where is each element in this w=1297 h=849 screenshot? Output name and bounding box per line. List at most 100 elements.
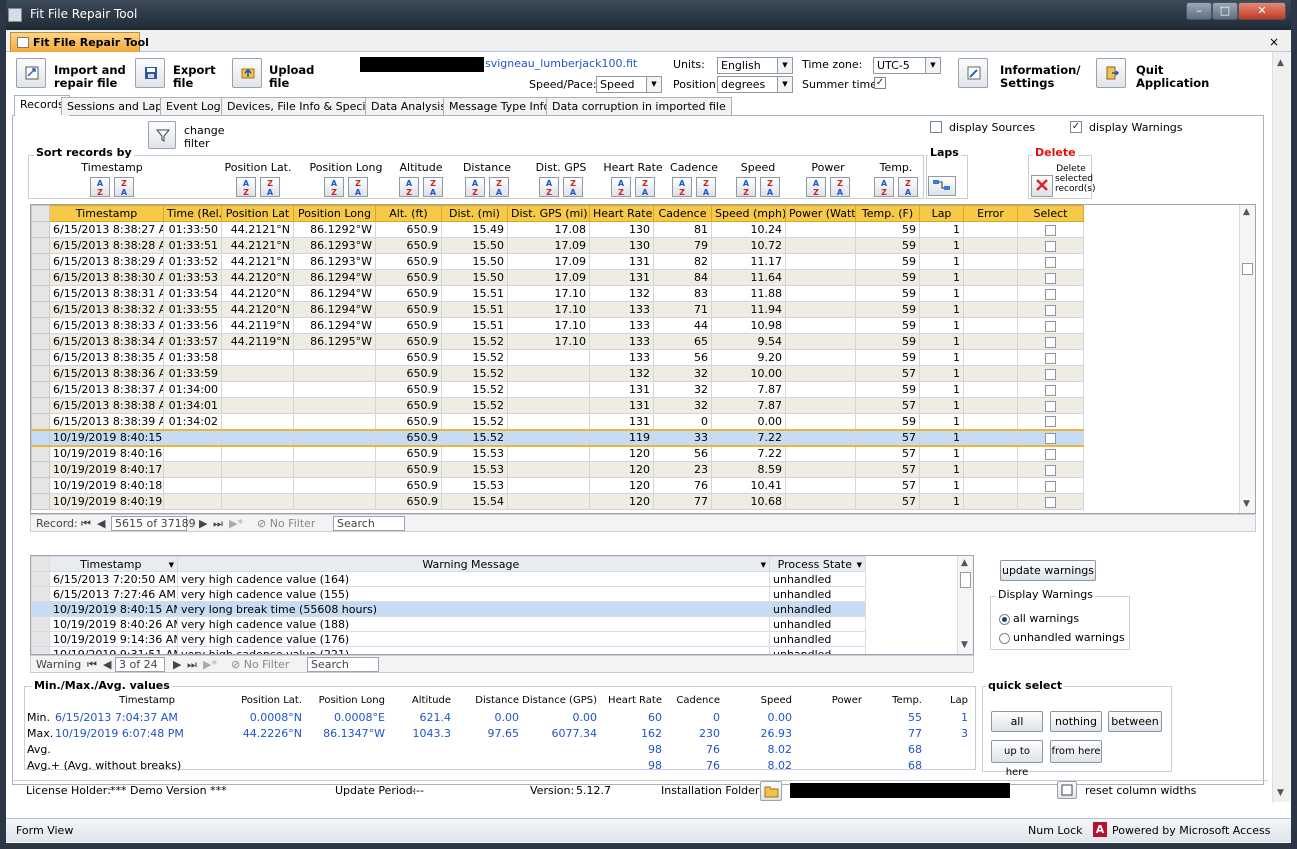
- table-cell[interactable]: 15.53: [441, 445, 508, 462]
- sort-descending-speed-button[interactable]: ZA: [760, 177, 780, 197]
- sort-ascending-temp-button[interactable]: AZ: [874, 177, 894, 197]
- scroll-up-arrow-icon[interactable]: ▲: [961, 558, 968, 568]
- table-row[interactable]: 6/15/2013 8:38:35 AM01:33:58 650.915.52 13…: [31, 349, 1084, 366]
- position-select[interactable]: degrees ▼: [717, 76, 793, 93]
- table-cell[interactable]: 6/15/2013 8:38:39 AM: [49, 413, 164, 430]
- warnings-scrollbar[interactable]: ▲ ▼: [957, 556, 973, 654]
- column-header[interactable]: Dist. (mi): [441, 205, 508, 222]
- no-filter-button[interactable]: ⊘ No Filter: [257, 517, 315, 530]
- records-grid[interactable]: Timestamp Time (Rel.) Position Lat Position…: [30, 204, 1256, 514]
- table-cell[interactable]: 9.20: [711, 349, 786, 366]
- row-selector[interactable]: [31, 586, 50, 602]
- table-cell[interactable]: [963, 365, 1018, 382]
- table-cell[interactable]: 7.22: [711, 445, 786, 462]
- table-cell[interactable]: 15.49: [441, 221, 508, 238]
- row-select-checkbox[interactable]: [1045, 272, 1056, 284]
- row-select-checkbox[interactable]: [1045, 416, 1056, 428]
- table-cell[interactable]: [963, 333, 1018, 350]
- tab-data-analysis[interactable]: Data Analysis: [365, 97, 453, 115]
- table-cell[interactable]: 10.72: [711, 237, 786, 254]
- information-button-label[interactable]: Information/ Settings: [1000, 64, 1081, 90]
- table-cell[interactable]: 130: [589, 221, 654, 238]
- row-select-checkbox[interactable]: [1045, 336, 1056, 348]
- close-document-button[interactable]: ×: [1269, 35, 1279, 49]
- row-select-checkbox[interactable]: [1045, 368, 1056, 380]
- table-cell[interactable]: 120: [589, 493, 654, 510]
- table-cell[interactable]: 650.9: [375, 333, 442, 350]
- table-cell[interactable]: 15.52: [441, 413, 508, 430]
- column-header[interactable]: Speed (mph): [711, 205, 786, 222]
- table-cell[interactable]: [963, 237, 1018, 254]
- row-selector[interactable]: [31, 253, 50, 270]
- next-warning-icon[interactable]: ▶: [173, 658, 181, 671]
- row-selector[interactable]: [31, 571, 50, 587]
- table-cell[interactable]: [963, 269, 1018, 286]
- table-cell[interactable]: 6/15/2013 8:38:29 AM: [49, 253, 164, 270]
- scroll-thumb[interactable]: [1242, 263, 1253, 275]
- warning-row[interactable]: 6/15/2013 7:20:50 AM very high cadence va…: [31, 571, 866, 587]
- summertime-checkbox[interactable]: ✓: [874, 77, 886, 89]
- select-cell[interactable]: [1017, 253, 1084, 270]
- table-cell[interactable]: 15.51: [441, 285, 508, 302]
- table-cell[interactable]: 01:33:50: [163, 221, 222, 238]
- table-cell[interactable]: [785, 461, 856, 478]
- table-cell[interactable]: [163, 445, 222, 462]
- table-cell[interactable]: 01:34:00: [163, 381, 222, 398]
- table-cell[interactable]: 1: [919, 445, 964, 462]
- table-cell[interactable]: 132: [589, 365, 654, 382]
- tab-data-corruption[interactable]: Data corruption in imported file: [546, 97, 732, 115]
- display-sources-checkbox[interactable]: [930, 121, 942, 133]
- table-cell[interactable]: 15.52: [441, 397, 508, 414]
- table-cell[interactable]: [963, 381, 1018, 398]
- table-row[interactable]: 6/15/2013 8:38:38 AM01:34:01650.915.5213…: [31, 397, 1084, 414]
- table-cell[interactable]: 15.51: [441, 317, 508, 334]
- records-grid-scrollbar[interactable]: ▲ ▼: [1239, 205, 1255, 513]
- table-row[interactable]: 6/15/2013 8:38:27 AM01:33:5044.2121°N86.…: [31, 221, 1084, 238]
- table-cell[interactable]: [785, 221, 856, 238]
- table-cell[interactable]: 15.53: [441, 461, 508, 478]
- table-cell[interactable]: 8.59: [711, 461, 786, 478]
- column-header[interactable]: Dist. GPS (mi): [507, 205, 590, 222]
- table-cell[interactable]: 33: [653, 428, 712, 447]
- table-cell[interactable]: 17.09: [507, 237, 590, 254]
- table-cell[interactable]: 120: [589, 445, 654, 462]
- table-cell[interactable]: 71: [653, 301, 712, 318]
- table-cell[interactable]: 59: [855, 269, 920, 286]
- row-selector[interactable]: [31, 397, 50, 414]
- warnings-column-header[interactable]: Warning Message ▼: [177, 556, 770, 572]
- row-selector[interactable]: [31, 461, 50, 478]
- table-cell[interactable]: [221, 381, 294, 398]
- table-cell[interactable]: 17.10: [507, 333, 590, 350]
- table-cell[interactable]: 17.09: [507, 253, 590, 270]
- sort-ascending-heart-rate-button[interactable]: AZ: [611, 177, 631, 197]
- table-cell[interactable]: [963, 445, 1018, 462]
- record-position-input[interactable]: 5615 of 37189: [111, 516, 196, 531]
- form-scrollbar[interactable]: [1272, 52, 1290, 802]
- select-all-corner[interactable]: [31, 205, 50, 222]
- warning-cell[interactable]: 10/19/2019 8:40:26 AM: [49, 616, 178, 632]
- select-cell[interactable]: [1017, 381, 1084, 398]
- table-cell[interactable]: 01:33:55: [163, 301, 222, 318]
- table-cell[interactable]: 1: [919, 461, 964, 478]
- table-cell[interactable]: 650.9: [375, 237, 442, 254]
- table-cell[interactable]: 57: [855, 461, 920, 478]
- column-header[interactable]: Error: [963, 205, 1018, 222]
- table-cell[interactable]: 650.9: [375, 445, 442, 462]
- table-cell[interactable]: 01:33:57: [163, 333, 222, 350]
- table-cell[interactable]: 59: [855, 253, 920, 270]
- row-selector[interactable]: [31, 285, 50, 302]
- table-cell[interactable]: 32: [653, 381, 712, 398]
- table-cell[interactable]: [785, 365, 856, 382]
- row-select-checkbox[interactable]: [1045, 496, 1056, 508]
- table-cell[interactable]: 57: [855, 477, 920, 494]
- table-cell[interactable]: 6/15/2013 8:38:37 AM: [49, 381, 164, 398]
- table-cell[interactable]: 1: [919, 237, 964, 254]
- table-cell[interactable]: [963, 349, 1018, 366]
- table-cell[interactable]: [507, 397, 590, 414]
- table-cell[interactable]: 01:33:52: [163, 253, 222, 270]
- table-cell[interactable]: 6/15/2013 8:38:33 AM: [49, 317, 164, 334]
- table-cell[interactable]: 57: [855, 445, 920, 462]
- table-cell[interactable]: 10/19/2019 8:40:18 AM: [49, 477, 164, 494]
- row-select-checkbox[interactable]: [1045, 480, 1056, 492]
- column-header[interactable]: Temp. (F): [855, 205, 920, 222]
